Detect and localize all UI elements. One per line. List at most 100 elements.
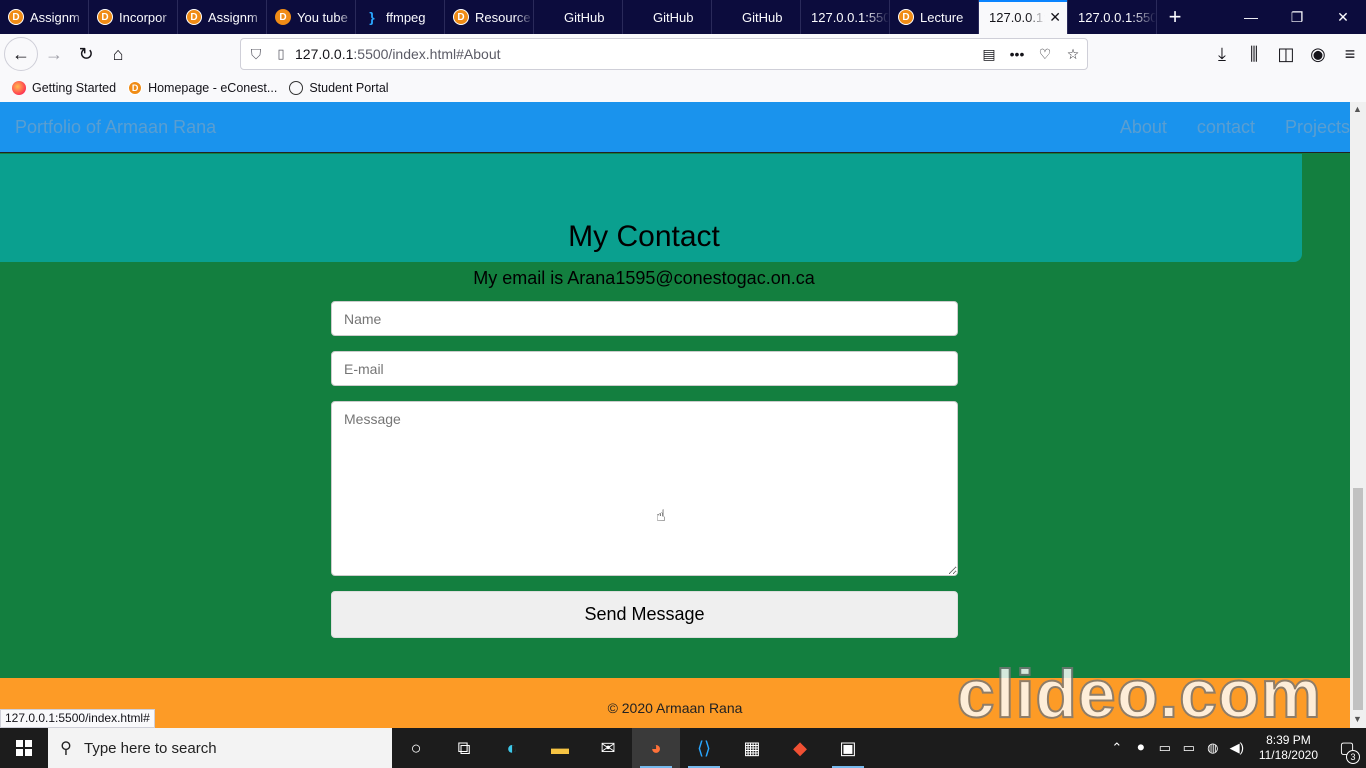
d2l-icon: D	[275, 9, 291, 25]
code-icon: }	[369, 9, 375, 25]
nav-link-contact[interactable]: contact	[1197, 117, 1255, 138]
task-view-icon[interactable]: ⧉	[440, 728, 488, 768]
close-tab-icon[interactable]: ✕	[1049, 9, 1061, 26]
nav-link-about[interactable]: About	[1120, 117, 1167, 138]
bookmark-item[interactable]: Getting Started	[12, 81, 116, 95]
browser-tab[interactable]: GitHub	[534, 0, 623, 34]
network-globe-icon[interactable]: ◍	[1201, 740, 1225, 756]
restore-button[interactable]: ❐	[1274, 0, 1320, 34]
sidebar-icon[interactable]: ◫	[1270, 38, 1302, 70]
windows-logo-icon	[16, 740, 32, 756]
message-field[interactable]	[331, 401, 958, 576]
tab-label: GitHub	[742, 9, 783, 25]
microphone-icon[interactable]: ⚫	[1129, 740, 1153, 756]
downloads-icon[interactable]: ⤓	[1206, 38, 1238, 70]
tab-label: Resource	[475, 9, 531, 25]
tab-label: 127.0.0.1:	[989, 9, 1046, 25]
d2l-icon: D	[186, 9, 202, 25]
bookmark-star-icon[interactable]: ☆	[1059, 46, 1087, 63]
volume-icon[interactable]: ◀)	[1225, 740, 1249, 756]
tab-label: Lecture	[920, 9, 964, 25]
pocket-icon[interactable]: ♡	[1031, 46, 1059, 63]
start-button[interactable]	[0, 728, 48, 768]
bookmark-label: Student Portal	[309, 81, 389, 95]
vscode-icon[interactable]: ⟨⟩	[680, 728, 728, 768]
nav-link-projects[interactable]: Projects	[1285, 117, 1350, 138]
browser-tab[interactable]: GitHub	[623, 0, 712, 34]
reload-button[interactable]: ↻	[70, 38, 102, 70]
bookmark-label: Homepage - eConest...	[148, 81, 278, 95]
tab-label: You tube	[297, 9, 348, 25]
globe-icon	[289, 81, 304, 95]
browser-tab[interactable]: D Lecture	[890, 0, 979, 34]
bookmark-item[interactable]: Student Portal	[289, 81, 389, 95]
scroll-up-icon[interactable]: ▲	[1353, 104, 1362, 114]
browser-tab[interactable]: } ffmpeg	[356, 0, 445, 34]
d2l-icon: D	[898, 9, 914, 25]
email-field[interactable]	[331, 351, 958, 386]
bookmark-label: Getting Started	[32, 81, 117, 95]
page-info-icon[interactable]: ▯	[271, 46, 291, 62]
close-window-button[interactable]: ✕	[1320, 0, 1366, 34]
browser-tab[interactable]: D Assignm	[0, 0, 89, 34]
browser-tab[interactable]: D You tube	[267, 0, 356, 34]
chevron-up-icon[interactable]: ⌃	[1105, 740, 1129, 756]
send-message-button[interactable]: Send Message	[331, 591, 958, 638]
edge-icon[interactable]: ◐	[488, 728, 536, 768]
bookmark-item[interactable]: D Homepage - eConest...	[128, 81, 277, 95]
camera-icon[interactable]: ▭	[1153, 740, 1177, 756]
name-field[interactable]	[331, 301, 958, 336]
browser-tab[interactable]: GitHub	[712, 0, 801, 34]
windows-taskbar: ⚲ Type here to search ○ ⧉ ◐ ▬ ✉ ◕ ⟨⟩ ▦ ◆…	[0, 728, 1366, 768]
bookmarks-bar: Getting Started D Homepage - eConest... S…	[0, 74, 1366, 102]
browser-tab[interactable]: D Resource	[445, 0, 534, 34]
firefox-icon	[12, 81, 26, 95]
reader-view-icon[interactable]: ▤	[975, 46, 1003, 63]
clock[interactable]: 8:39 PM 11/18/2020	[1259, 733, 1318, 763]
clideo-watermark: clideo.com	[956, 655, 1322, 728]
minimize-button[interactable]: —	[1228, 0, 1274, 34]
clock-time: 8:39 PM	[1266, 733, 1311, 747]
scrollbar-thumb[interactable]	[1353, 488, 1363, 710]
page-viewport: Portfolio of Armaan Rana About contact P…	[0, 102, 1350, 728]
browser-tab[interactable]: D Incorpor	[89, 0, 178, 34]
d2l-icon: D	[128, 81, 143, 95]
store-icon[interactable]: ▦	[728, 728, 776, 768]
notifications-icon[interactable]: ▢ 3	[1328, 738, 1366, 764]
contact-title: My Contact	[568, 220, 720, 253]
contact-email-line: My email is Arana1595@conestogac.on.ca	[473, 268, 815, 288]
account-icon[interactable]: ◉	[1302, 38, 1334, 70]
site-nav-links: About contact Projects	[1090, 117, 1350, 138]
url-text[interactable]: 127.0.0.1:5500/index.html#About	[291, 46, 975, 62]
page-scrollbar[interactable]: ▲ ▼	[1350, 102, 1366, 728]
battery-icon[interactable]: ▭	[1177, 740, 1201, 756]
browser-tab-active[interactable]: 127.0.0.1: ✕	[979, 0, 1068, 34]
scroll-down-icon[interactable]: ▼	[1353, 714, 1362, 724]
capture-icon[interactable]: ▣	[824, 728, 872, 768]
new-tab-button[interactable]: +	[1157, 0, 1193, 34]
back-button[interactable]: ←	[4, 37, 38, 71]
forward-button[interactable]: →	[38, 38, 70, 70]
tracking-shield-icon[interactable]: ⛉	[241, 46, 271, 63]
browser-tab[interactable]: D Assignm	[178, 0, 267, 34]
tab-label: Incorpor	[119, 9, 167, 25]
browser-tab[interactable]: 127.0.0.1:550	[1068, 0, 1157, 34]
tab-label: GitHub	[653, 9, 694, 25]
menu-icon[interactable]: ≡	[1334, 38, 1366, 70]
taskbar-search[interactable]: ⚲ Type here to search	[48, 728, 392, 768]
clock-date: 11/18/2020	[1258, 748, 1318, 762]
browser-toolbar: ← → ↻ ⌂ ⛉ ▯ 127.0.0.1:5500/index.html#Ab…	[0, 34, 1366, 74]
d2l-icon: D	[453, 9, 469, 25]
mail-icon[interactable]: ✉	[584, 728, 632, 768]
git-icon[interactable]: ◆	[776, 728, 824, 768]
file-explorer-icon[interactable]: ▬	[536, 728, 584, 768]
browser-tab[interactable]: 127.0.0.1:550	[801, 0, 890, 34]
cortana-icon[interactable]: ○	[392, 728, 440, 768]
home-button[interactable]: ⌂	[102, 38, 134, 70]
browser-tab-strip: D Assignm D Incorpor D Assignm D You tube } f…	[0, 0, 1366, 34]
firefox-icon[interactable]: ◕	[632, 728, 680, 768]
site-brand-link[interactable]: Portfolio of Armaan Rana	[15, 117, 216, 138]
page-actions-icon[interactable]: •••	[1003, 46, 1031, 62]
address-bar[interactable]: ⛉ ▯ 127.0.0.1:5500/index.html#About ▤ ••…	[240, 38, 1088, 70]
library-icon[interactable]: ⫼	[1238, 38, 1270, 70]
